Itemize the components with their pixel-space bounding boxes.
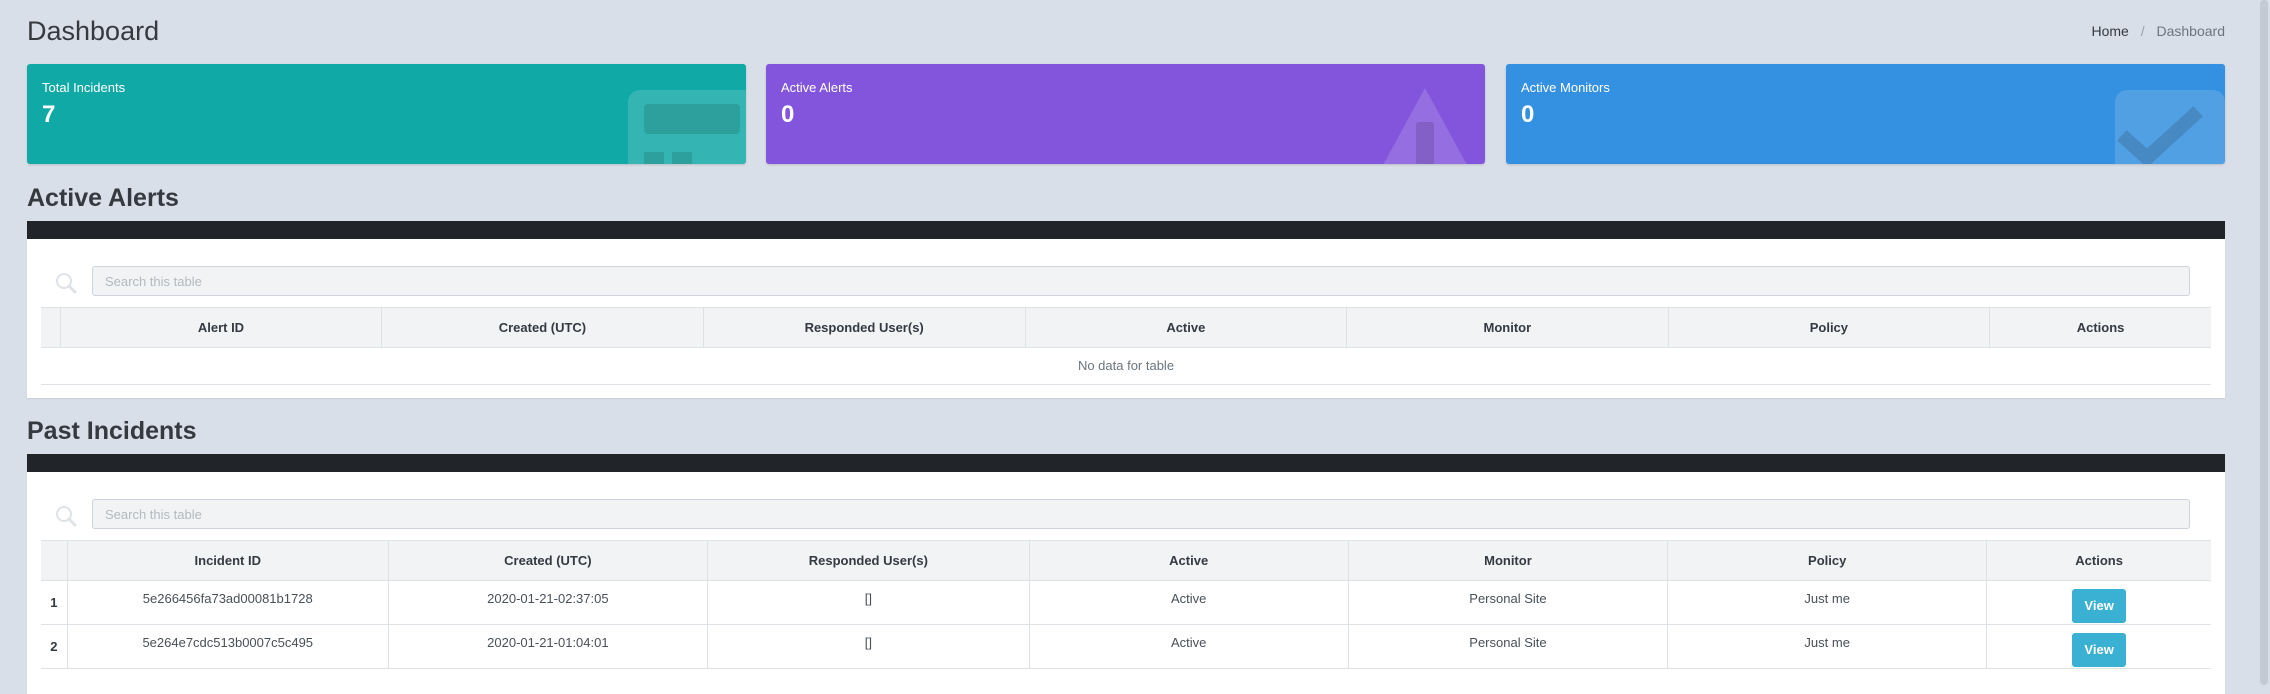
stat-value: 0	[1521, 101, 1535, 128]
search-row	[56, 266, 2190, 298]
column-header[interactable]: Active	[1029, 540, 1349, 581]
past-incidents-table: Incident ID Created (UTC) Responded User…	[41, 540, 2211, 669]
column-header[interactable]: Active	[1025, 307, 1348, 348]
view-button[interactable]: View	[2072, 589, 2127, 623]
column-header[interactable]: Policy	[1668, 307, 1991, 348]
policy-name: Just me	[1667, 624, 1988, 669]
stat-label: Active Monitors	[1521, 80, 1610, 95]
column-header[interactable]: Incident ID	[67, 540, 389, 581]
column-header[interactable]: Created (UTC)	[388, 540, 709, 581]
stat-value: 0	[781, 101, 795, 128]
policy-name: Just me	[1667, 580, 1988, 625]
total-incidents-card: Total Incidents 7	[27, 64, 746, 164]
actions-cell: View	[1986, 624, 2211, 669]
active-alerts-title: Active Alerts	[27, 184, 179, 212]
stat-value: 7	[42, 101, 56, 128]
breadcrumb-current: Dashboard	[2156, 23, 2226, 39]
search-icon	[56, 273, 77, 294]
table-row: 2 5e264e7cdc513b0007c5c495 2020-01-21-01…	[41, 624, 2211, 669]
empty-row: No data for table	[41, 347, 2211, 385]
search-row	[56, 499, 2190, 531]
responded-users: []	[707, 580, 1030, 625]
column-header[interactable]: Responded User(s)	[703, 307, 1026, 348]
view-button[interactable]: View	[2072, 633, 2127, 667]
empty-table-message: No data for table	[41, 347, 2211, 385]
alerts-search-input[interactable]	[92, 266, 2190, 296]
table-row: 1 5e266456fa73ad00081b1728 2020-01-21-02…	[41, 580, 2211, 625]
column-header[interactable]: Responded User(s)	[707, 540, 1030, 581]
page-scrollbar[interactable]	[2258, 0, 2270, 685]
created-time: 2020-01-21-01:04:01	[388, 624, 709, 669]
column-header[interactable]: Monitor	[1346, 307, 1669, 348]
page-title: Dashboard	[27, 16, 160, 46]
search-icon	[56, 506, 77, 527]
past-incidents-card-panel: Incident ID Created (UTC) Responded User…	[27, 454, 2225, 694]
monitor-name: Personal Site	[1348, 580, 1669, 625]
row-number-header	[41, 540, 68, 581]
warning-icon	[1383, 88, 1467, 164]
column-header[interactable]: Monitor	[1348, 540, 1669, 581]
active-alerts-card: Active Alerts 0	[766, 64, 1485, 164]
active-alerts-table: Alert ID Created (UTC) Responded User(s)…	[41, 307, 2211, 385]
card-header-bar	[27, 454, 2225, 472]
breadcrumb-home-link[interactable]: Home	[2091, 23, 2128, 39]
stat-label: Total Incidents	[42, 80, 126, 95]
scrollbar-thumb[interactable]	[2260, 0, 2268, 685]
column-header: Actions	[1989, 307, 2211, 348]
incident-id: 5e266456fa73ad00081b1728	[67, 580, 389, 625]
breadcrumb-separator: /	[2140, 23, 2145, 39]
responded-users: []	[707, 624, 1030, 669]
card-header-bar	[27, 221, 2225, 239]
row-number: 2	[41, 624, 68, 669]
past-incidents-title: Past Incidents	[27, 417, 197, 445]
incidents-search-input[interactable]	[92, 499, 2190, 529]
created-time: 2020-01-21-02:37:05	[388, 580, 709, 625]
active-status: Active	[1029, 624, 1349, 669]
column-header[interactable]: Created (UTC)	[381, 307, 704, 348]
monitor-name: Personal Site	[1348, 624, 1669, 669]
column-header[interactable]: Alert ID	[60, 307, 383, 348]
check-square-icon	[2115, 90, 2225, 164]
stat-label: Active Alerts	[781, 80, 853, 95]
active-status: Active	[1029, 580, 1349, 625]
column-header[interactable]: Policy	[1667, 540, 1988, 581]
row-number: 1	[41, 580, 68, 625]
active-alerts-card-panel: Alert ID Created (UTC) Responded User(s)…	[27, 221, 2225, 398]
column-header: Actions	[1986, 540, 2211, 581]
breadcrumb: Home / Dashboard	[2091, 23, 2225, 39]
calculator-icon	[628, 90, 746, 164]
row-number-header	[41, 307, 61, 348]
actions-cell: View	[1986, 580, 2211, 625]
active-monitors-card: Active Monitors 0	[1506, 64, 2225, 164]
incident-id: 5e264e7cdc513b0007c5c495	[67, 624, 389, 669]
